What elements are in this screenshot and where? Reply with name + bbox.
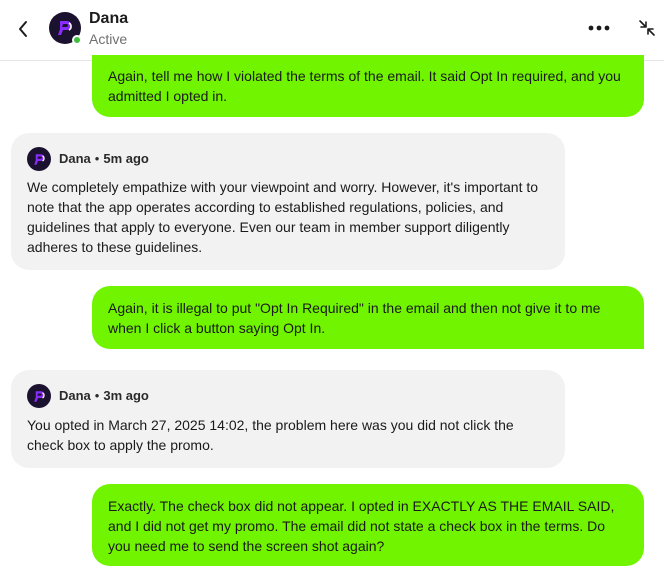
chevron-left-icon — [19, 21, 27, 37]
sender-name: Dana — [59, 151, 91, 166]
contact-status: Active — [89, 31, 128, 47]
message-text: We completely empathize with your viewpo… — [27, 179, 539, 255]
collapse-arrows-icon — [639, 20, 655, 36]
outgoing-message[interactable]: Exactly. The check box did not appear. I… — [92, 484, 644, 566]
message-text: You opted in March 27, 2025 14:02, the p… — [27, 417, 514, 453]
sender-name: Dana — [59, 388, 91, 403]
message-text: Exactly. The check box did not appear. I… — [108, 498, 615, 554]
meta-separator: • — [94, 151, 100, 166]
message-meta: Dana • 3m ago — [27, 384, 149, 408]
message-time: 3m ago — [103, 388, 149, 403]
brand-logo-icon — [33, 153, 45, 165]
message-time: 5m ago — [103, 151, 149, 166]
contact-name: Dana — [89, 10, 129, 27]
more-options-button[interactable] — [586, 17, 612, 39]
message-text: Again, it is illegal to put "Opt In Requ… — [108, 300, 601, 336]
message-meta: Dana • 5m ago — [27, 147, 149, 171]
more-horizontal-icon — [588, 25, 610, 31]
chat-header: Dana Active — [0, 0, 664, 61]
collapse-chat-button[interactable] — [636, 17, 658, 39]
contact-avatar[interactable] — [49, 12, 82, 45]
meta-separator: • — [94, 388, 100, 403]
outgoing-message[interactable]: Again, tell me how I violated the terms … — [92, 55, 644, 117]
message-text: Again, tell me how I violated the terms … — [108, 68, 621, 104]
sender-avatar — [27, 384, 51, 408]
sender-avatar — [27, 147, 51, 171]
brand-logo-icon — [33, 390, 45, 402]
incoming-message[interactable]: Dana • 5m ago We completely empathize wi… — [11, 133, 565, 270]
outgoing-message[interactable]: Again, it is illegal to put "Opt In Requ… — [92, 286, 644, 349]
brand-logo-icon — [58, 21, 72, 35]
online-status-dot — [72, 35, 82, 45]
back-button[interactable] — [12, 16, 34, 42]
incoming-message[interactable]: Dana • 3m ago You opted in March 27, 202… — [11, 370, 565, 468]
